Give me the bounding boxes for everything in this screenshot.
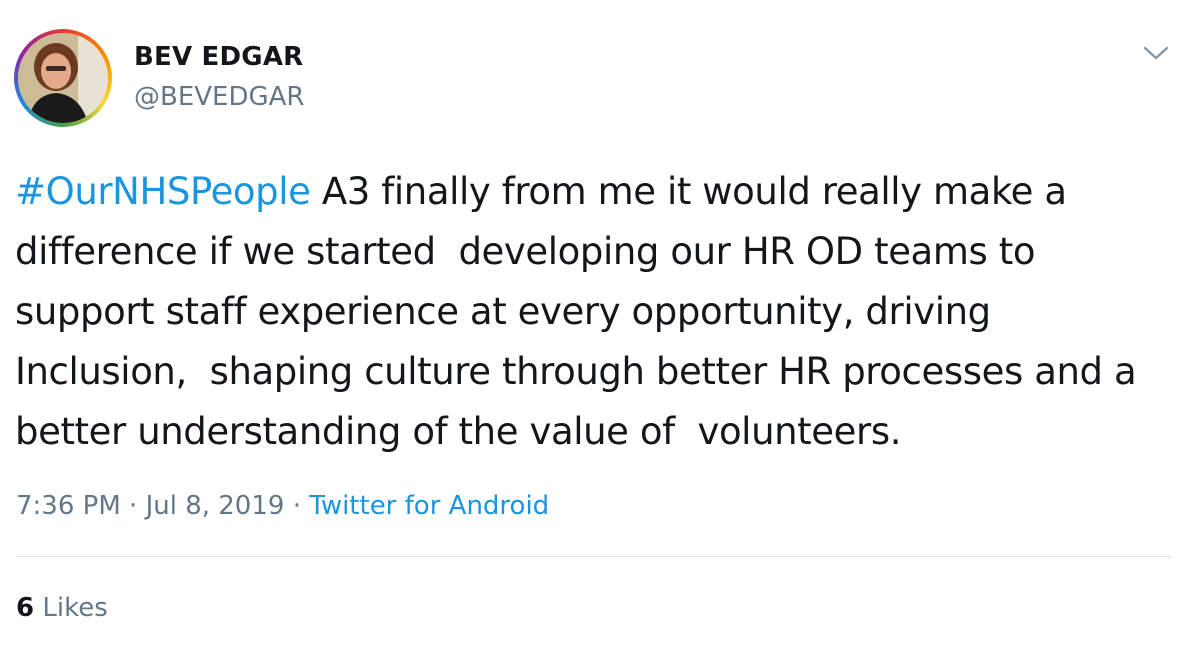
author-handle[interactable]: @BEVEDGAR <box>134 82 305 112</box>
tweet-text: #OurNHSPeople A3 finally from me it woul… <box>15 162 1165 462</box>
avatar[interactable] <box>18 33 108 123</box>
hashtag-link[interactable]: #OurNHSPeople <box>15 170 311 213</box>
meta-separator: · <box>284 491 310 521</box>
tweet-source-link[interactable]: Twitter for Android <box>309 491 549 521</box>
likes-count: 6 <box>16 593 35 623</box>
avatar-ring[interactable] <box>14 29 112 127</box>
divider <box>16 556 1172 557</box>
avatar-photo <box>18 33 108 123</box>
author-display-name[interactable]: BEV EDGAR <box>134 42 303 72</box>
tweet-date[interactable]: Jul 8, 2019 <box>146 491 285 521</box>
likes-label: Likes <box>34 593 108 623</box>
tweet-meta: 7:36 PM · Jul 8, 2019 · Twitter for Andr… <box>16 491 549 521</box>
likes-link[interactable]: 6 Likes <box>16 593 108 623</box>
tweet-time[interactable]: 7:36 PM <box>16 491 121 521</box>
meta-separator: · <box>120 491 146 521</box>
chevron-down-icon[interactable] <box>1140 40 1172 66</box>
